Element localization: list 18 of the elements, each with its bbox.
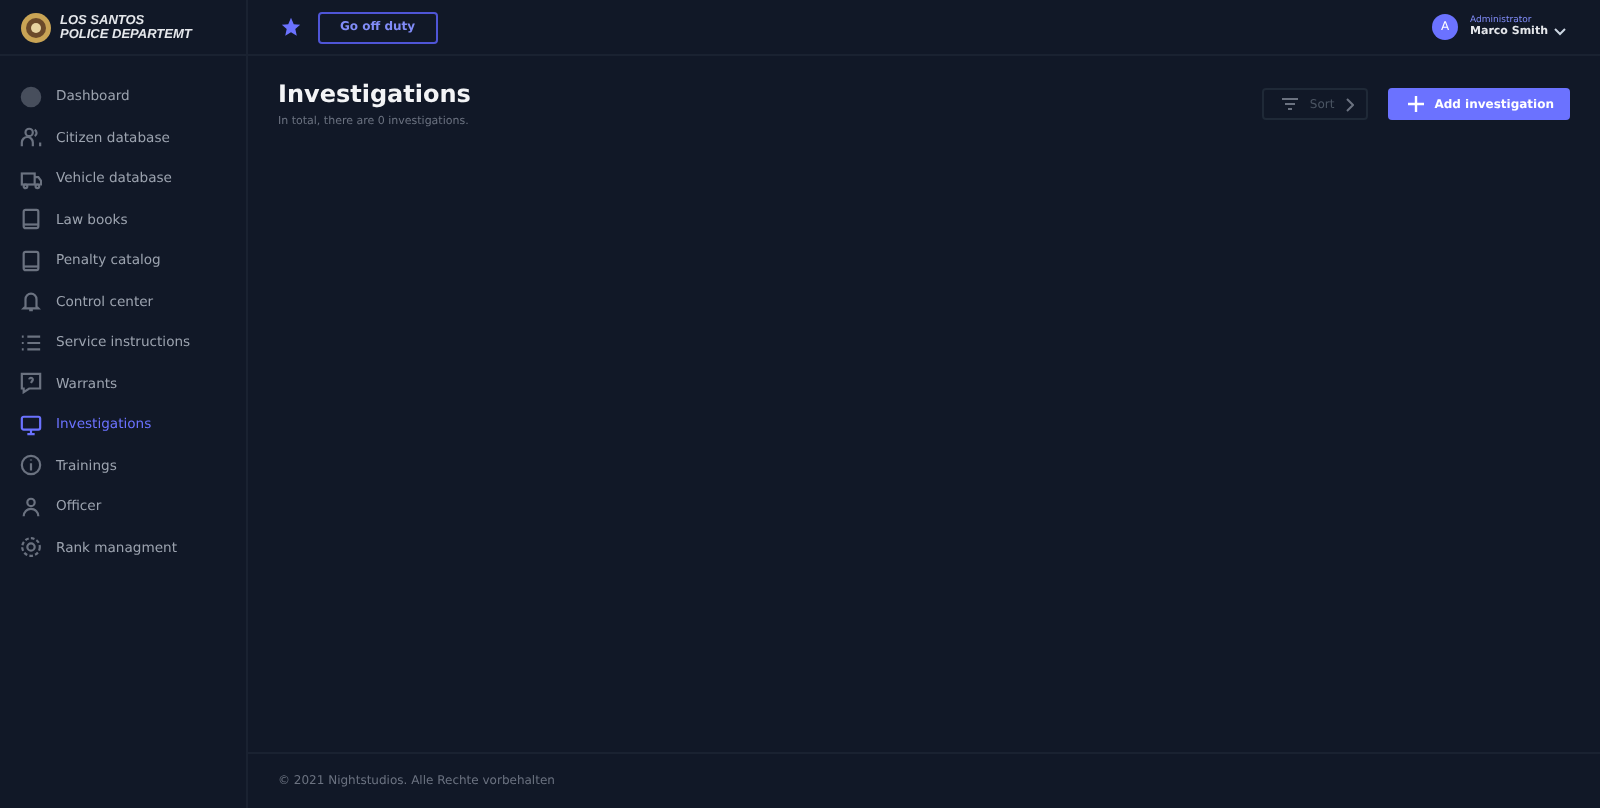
user-icon bbox=[20, 495, 42, 518]
page-title: Investigations bbox=[278, 80, 471, 108]
book-icon bbox=[20, 208, 42, 231]
star-icon[interactable] bbox=[280, 16, 302, 38]
info-icon bbox=[20, 454, 42, 477]
bell-icon bbox=[20, 290, 42, 313]
badge-icon bbox=[20, 11, 52, 43]
chevron-right-icon bbox=[1346, 97, 1355, 111]
book-icon bbox=[20, 249, 42, 272]
chevron-down-icon[interactable] bbox=[1554, 28, 1566, 36]
question-icon bbox=[20, 372, 42, 395]
list-icon bbox=[20, 331, 42, 354]
settings-icon bbox=[20, 536, 42, 559]
users-icon bbox=[20, 126, 42, 149]
monitor-icon bbox=[20, 413, 42, 436]
truck-icon bbox=[20, 167, 42, 190]
plus-icon bbox=[1408, 96, 1425, 112]
filter-icon bbox=[1281, 98, 1298, 110]
